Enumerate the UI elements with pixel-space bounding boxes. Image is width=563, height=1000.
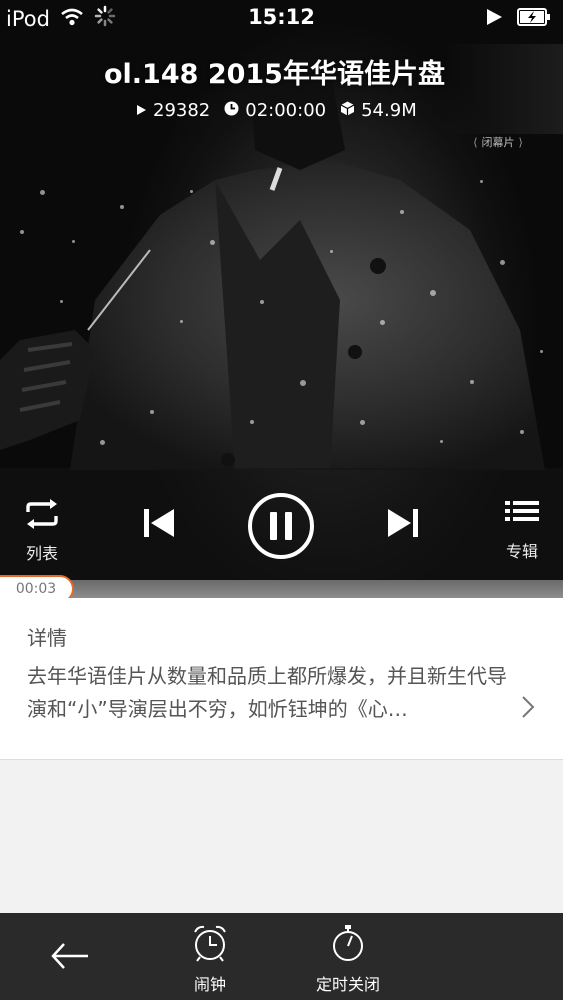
list-label: 列表 xyxy=(25,544,58,563)
album-list-icon xyxy=(504,498,540,532)
artwork-badge-text: 闭幕片 xyxy=(481,136,515,149)
sleep-timer-label: 定时关闭 xyxy=(316,975,381,994)
alarm-label: 闹钟 xyxy=(193,975,226,994)
alarm-button[interactable]: 闹钟 xyxy=(190,923,230,995)
chevron-right-icon[interactable] xyxy=(520,694,536,724)
duration-value: 02:00:00 xyxy=(245,100,327,121)
clock: 15:12 xyxy=(248,5,315,29)
details-panel[interactable]: 详情 去年华语佳片从数量和品质上都所爆发，并且新生代导演和“小”导演层出不穷，如… xyxy=(0,598,563,760)
previous-button[interactable] xyxy=(140,506,178,544)
episode-title: ol.148 2015年华语佳片盘 xyxy=(104,59,445,90)
bottom-bar: 闹钟 定时关闭 xyxy=(0,913,563,1000)
status-right xyxy=(485,7,551,31)
back-arrow-icon xyxy=(50,941,90,975)
file-size: 54.9M xyxy=(340,100,417,121)
play-status-icon xyxy=(485,7,503,31)
album-button[interactable]: 专辑 xyxy=(504,498,540,562)
details-heading: 详情 xyxy=(27,626,67,650)
status-bar: iPod 15:12 xyxy=(0,0,563,36)
sleep-timer-button[interactable]: 定时关闭 xyxy=(316,923,380,995)
laurel-icon: ⟨ xyxy=(473,135,478,149)
back-button[interactable] xyxy=(50,941,90,975)
player-controls: 列表 专辑 xyxy=(0,468,563,580)
play-count-value: 29382 xyxy=(153,100,211,121)
clock-icon xyxy=(224,100,239,121)
play-count: 29382 xyxy=(136,100,210,121)
duration: 02:00:00 xyxy=(224,100,326,121)
pause-icon xyxy=(246,491,316,565)
repeat-icon xyxy=(22,498,62,534)
box-icon xyxy=(340,100,355,121)
progress-bar[interactable] xyxy=(0,580,563,598)
play-count-icon xyxy=(136,100,147,121)
list-button[interactable]: 列表 xyxy=(22,498,62,564)
timer-icon xyxy=(328,923,368,967)
battery-charging-icon xyxy=(517,7,551,31)
file-size-value: 54.9M xyxy=(361,100,417,121)
artwork-badge: ⟨ 闭幕片 ⟩ xyxy=(452,128,544,156)
previous-icon xyxy=(140,506,178,544)
album-label: 专辑 xyxy=(505,542,538,561)
next-button[interactable] xyxy=(384,506,422,544)
laurel-icon-right: ⟩ xyxy=(518,135,523,149)
pause-button[interactable] xyxy=(246,491,316,565)
details-text: 去年华语佳片从数量和品质上都所爆发，并且新生代导演和“小”导演层出不穷，如忻钰坤… xyxy=(27,664,507,721)
next-icon xyxy=(384,506,422,544)
empty-area xyxy=(0,760,563,913)
alarm-clock-icon xyxy=(190,923,230,967)
episode-meta: 29382 02:00:00 54.9M xyxy=(136,100,417,121)
